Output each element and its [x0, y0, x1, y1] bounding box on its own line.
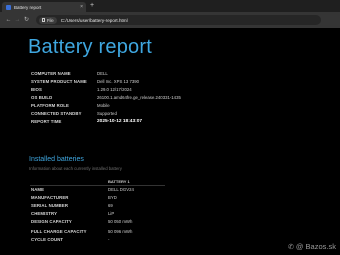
- file-scheme-chip[interactable]: File: [39, 16, 57, 24]
- info-value: 26100.1.amd64fre.ge_release.240331-1435: [97, 95, 181, 100]
- battery-label: MANUFACTURER: [31, 195, 69, 200]
- battery-value: DELL DGV24: [108, 187, 134, 192]
- battery-label: FULL CHARGE CAPACITY: [31, 229, 87, 234]
- info-label: REPORT TIME: [31, 119, 62, 124]
- page-favicon-icon: [6, 4, 11, 10]
- tab-battery-report[interactable]: Battery report ×: [2, 2, 86, 12]
- watermark: ✆ @ Bazos.sk: [288, 242, 336, 251]
- tab-close-icon[interactable]: ×: [80, 4, 83, 10]
- battery-value: LiP: [108, 211, 115, 216]
- info-value: 1.29.0 12/17/2024: [97, 87, 132, 92]
- info-label: COMPUTER NAME: [31, 71, 71, 76]
- divider: [30, 185, 165, 186]
- battery-value: -: [108, 237, 110, 242]
- info-value: Mobile: [97, 103, 110, 108]
- battery-label: CHEMISTRY: [31, 211, 58, 216]
- battery-value: 50 050 mWh: [108, 219, 133, 224]
- battery-value: BYD: [108, 195, 117, 200]
- file-chip-label: File: [47, 17, 54, 23]
- browser-toolbar: ← → ↻ File C:/Users/user/battery-report.…: [0, 12, 340, 28]
- info-value: DELL: [97, 71, 108, 76]
- info-label: PLATFORM ROLE: [31, 103, 69, 108]
- info-value: Dell Inc. XPS 13 7390: [97, 79, 140, 84]
- forward-button[interactable]: →: [13, 17, 22, 23]
- file-icon: [42, 18, 45, 22]
- address-bar[interactable]: File C:/Users/user/battery-report.html: [36, 15, 321, 25]
- phone-icon: ✆: [287, 243, 294, 251]
- installed-batteries-heading: Installed batteries: [29, 156, 84, 163]
- info-label: SYSTEM PRODUCT NAME: [31, 79, 87, 84]
- info-label: OS BUILD: [31, 95, 53, 100]
- watermark-text: @ Bazos.sk: [295, 242, 336, 251]
- info-value: 2025-10-12 18:43:07: [97, 119, 143, 124]
- battery-label: CYCLE COUNT: [31, 237, 64, 242]
- reload-button[interactable]: ↻: [22, 17, 31, 23]
- battery-label: DESIGN CAPACITY: [31, 219, 72, 224]
- installed-batteries-subtitle: Information about each currently install…: [29, 166, 122, 171]
- battery-value: 50 096 mWh: [108, 229, 133, 234]
- tab-label: Battery report: [14, 4, 42, 10]
- url-text[interactable]: C:/Users/user/battery-report.html: [61, 18, 128, 23]
- battery-label: NAME: [31, 187, 45, 192]
- battery-value: 69: [108, 203, 113, 208]
- new-tab-button[interactable]: +: [90, 2, 94, 9]
- page-title: Battery report: [28, 36, 152, 58]
- info-label: CONNECTED STANDBY: [31, 111, 82, 116]
- tab-strip: Battery report × +: [0, 0, 340, 12]
- page-content: Battery report COMPUTER NAME DELL SYSTEM…: [0, 28, 340, 255]
- battery-label: SERIAL NUMBER: [31, 203, 69, 208]
- info-value: Supported: [97, 111, 117, 116]
- battery-column-header: BATTERY 1: [108, 179, 130, 184]
- info-label: BIOS: [31, 87, 42, 92]
- back-button[interactable]: ←: [4, 17, 13, 23]
